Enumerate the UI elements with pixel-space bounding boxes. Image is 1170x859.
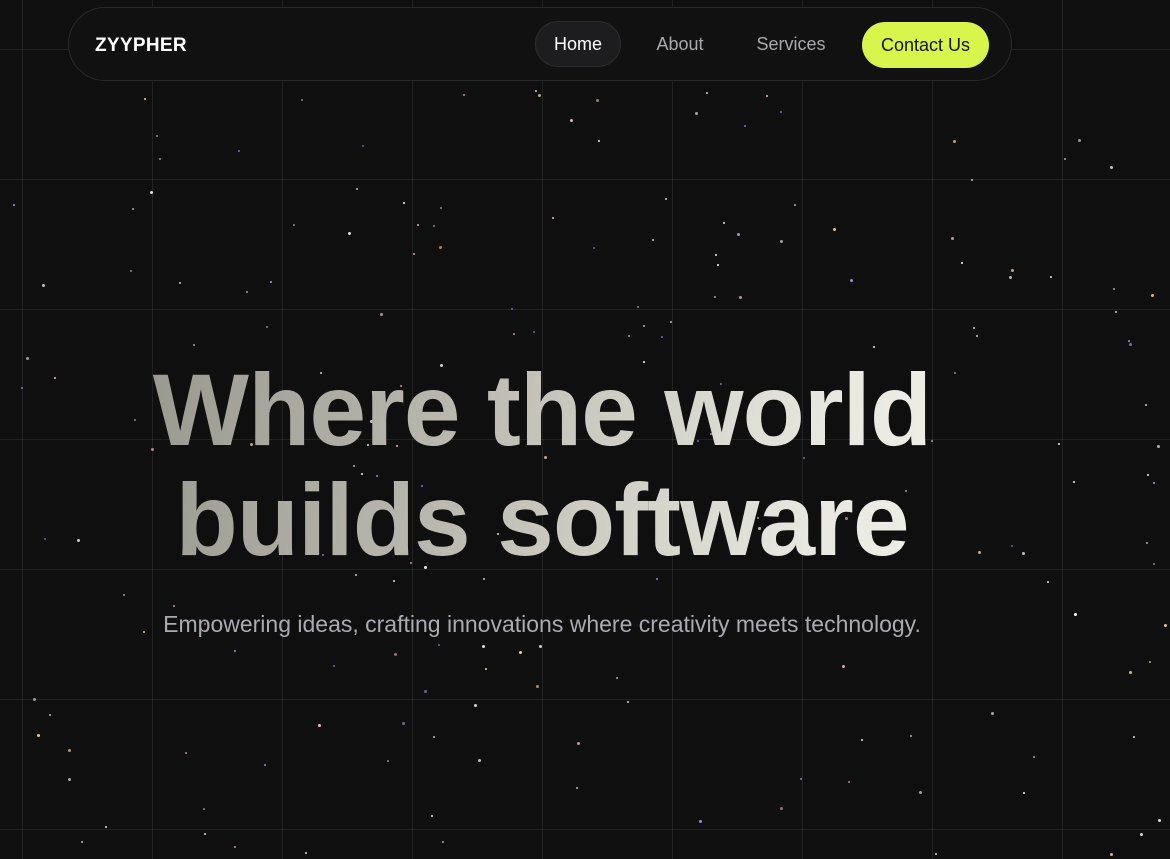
hero-title: Where the world builds software (0, 355, 1084, 575)
hero-subtitle: Empowering ideas, crafting innovations w… (163, 611, 921, 637)
contact-us-button[interactable]: Contact Us (862, 22, 989, 68)
navbar: ZYYPHER Home About Services Contact Us (68, 7, 1012, 81)
nav-item-services[interactable]: Services (745, 21, 837, 67)
brand-logo[interactable]: ZYYPHER (95, 35, 187, 57)
hero-title-line-2: builds software (175, 463, 909, 577)
nav-item-home[interactable]: Home (535, 21, 621, 67)
nav-item-about[interactable]: About (641, 21, 719, 67)
hero-title-line-1: Where the world (152, 353, 932, 467)
